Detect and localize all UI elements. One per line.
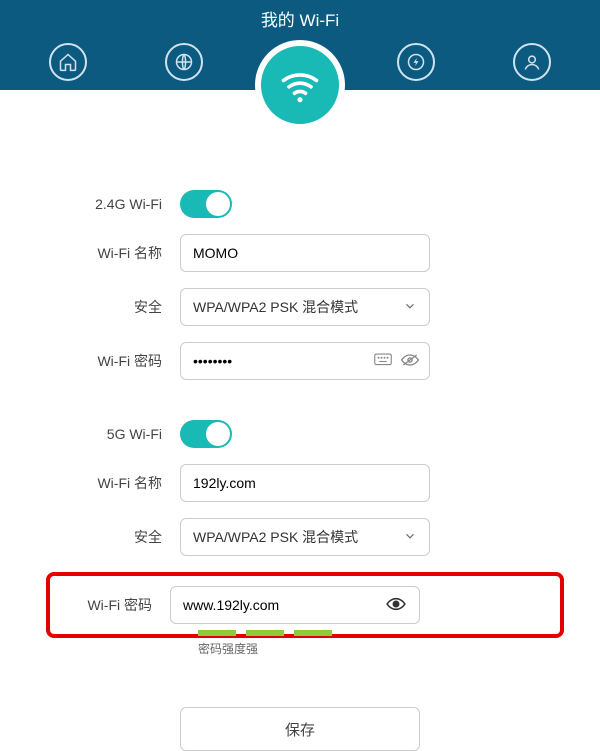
g5-security-value: WPA/WPA2 PSK 混合模式: [193, 527, 358, 547]
eye-off-icon[interactable]: [400, 352, 420, 371]
nav-globe[interactable]: [165, 43, 203, 81]
g24-enable-toggle[interactable]: [180, 190, 232, 218]
password-strength: 密码强度强: [198, 630, 540, 657]
g24-security-select[interactable]: WPA/WPA2 PSK 混合模式: [180, 288, 430, 326]
g5-security-select[interactable]: WPA/WPA2 PSK 混合模式: [180, 518, 430, 556]
eye-icon[interactable]: [385, 596, 407, 615]
strength-bars: [198, 630, 540, 636]
g24-enable-label: 2.4G Wi-Fi: [60, 196, 180, 212]
g5-password-field[interactable]: [183, 597, 385, 613]
wifi-icon: [278, 63, 322, 107]
nav-profile[interactable]: [513, 43, 551, 81]
form-area: 2.4G Wi-Fi Wi-Fi 名称 安全 WPA/WPA2 PSK 混合模式…: [0, 90, 600, 751]
chevron-down-icon: [403, 299, 417, 316]
nav-boost[interactable]: [397, 43, 435, 81]
keyboard-icon[interactable]: [374, 353, 392, 370]
g5-name-field[interactable]: [193, 475, 417, 491]
g24-password-field[interactable]: [193, 353, 374, 369]
g5-password-label: Wi-Fi 密码: [50, 595, 170, 615]
g24-password-input[interactable]: [180, 342, 430, 380]
g5-enable-toggle[interactable]: [180, 420, 232, 448]
g5-name-label: Wi-Fi 名称: [60, 473, 180, 493]
strength-bar: [294, 630, 332, 636]
g24-password-label: Wi-Fi 密码: [60, 351, 180, 371]
user-icon: [522, 52, 542, 72]
g5-enable-label: 5G Wi-Fi: [60, 426, 180, 442]
globe-bolt-icon: [406, 52, 426, 72]
g24-name-field[interactable]: [193, 245, 417, 261]
g24-name-input[interactable]: [180, 234, 430, 272]
g24-name-label: Wi-Fi 名称: [60, 243, 180, 263]
g5-name-input[interactable]: [180, 464, 430, 502]
g5-password-input[interactable]: [170, 586, 420, 624]
strength-label: 密码强度强: [198, 640, 540, 657]
header: 我的 Wi-Fi: [0, 0, 600, 90]
g24-security-value: WPA/WPA2 PSK 混合模式: [193, 297, 358, 317]
nav-home[interactable]: [49, 43, 87, 81]
g5-security-label: 安全: [60, 527, 180, 547]
home-icon: [58, 52, 78, 72]
strength-bar: [246, 630, 284, 636]
chevron-down-icon: [403, 529, 417, 546]
save-button-label: 保存: [285, 719, 315, 740]
globe-icon: [174, 52, 194, 72]
strength-bar: [198, 630, 236, 636]
page-title: 我的 Wi-Fi: [0, 0, 600, 31]
nav-wifi-active[interactable]: [255, 40, 345, 130]
save-button[interactable]: 保存: [180, 707, 420, 751]
highlight-box: Wi-Fi 密码: [46, 572, 564, 638]
g24-security-label: 安全: [60, 297, 180, 317]
